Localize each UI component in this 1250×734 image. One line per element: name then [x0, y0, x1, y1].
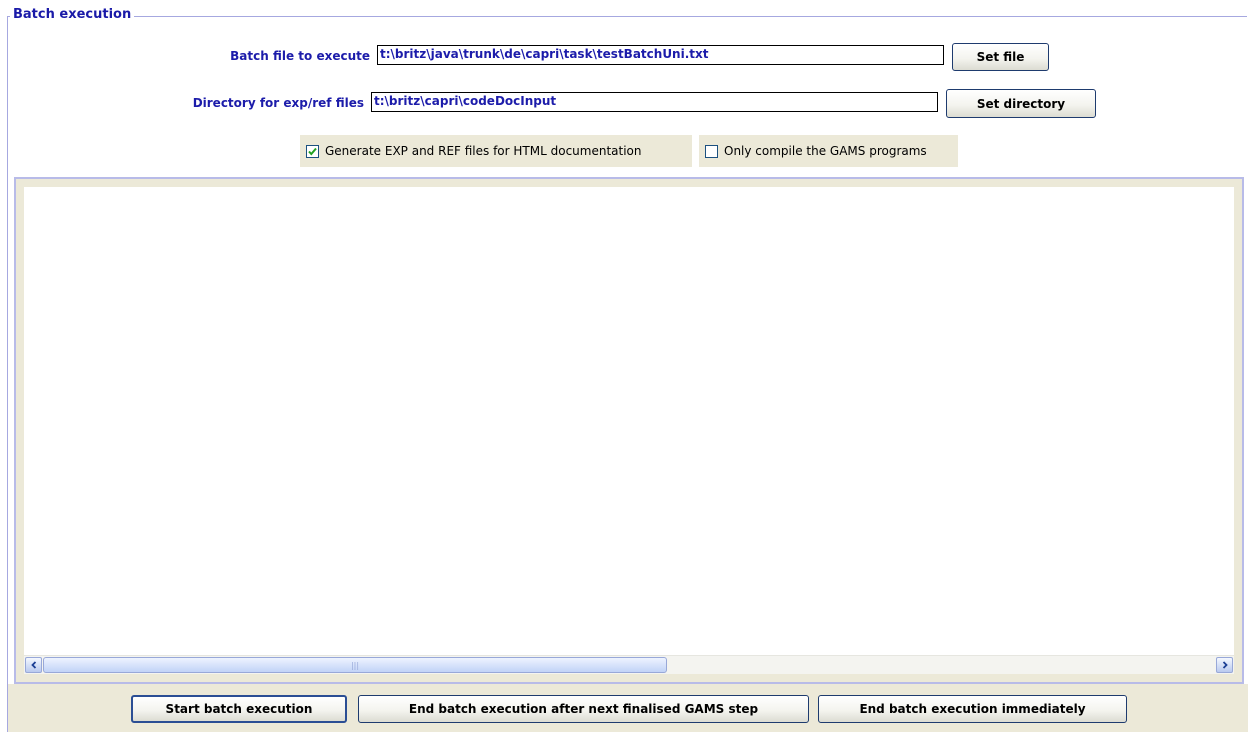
batch-file-input[interactable]: t:\britz\java\trunk\de\capri\task\testBa…	[377, 45, 944, 65]
end-immediately-button[interactable]: End batch execution immediately	[818, 695, 1127, 723]
directory-value: t:\britz\capri\codeDocInput	[374, 94, 557, 108]
only-compile-option[interactable]: Only compile the GAMS programs	[699, 135, 958, 167]
set-directory-button[interactable]: Set directory	[946, 89, 1096, 118]
grip-icon: |||	[350, 660, 360, 670]
scroll-right-button[interactable]	[1216, 657, 1233, 673]
directory-label: Directory for exp/ref files	[192, 96, 364, 110]
panel-title: Batch execution	[10, 7, 135, 22]
scroll-left-button[interactable]	[25, 657, 42, 673]
start-batch-button[interactable]: Start batch execution	[131, 695, 347, 723]
horizontal-scrollbar[interactable]: |||	[24, 655, 1234, 674]
directory-input[interactable]: t:\britz\capri\codeDocInput	[371, 92, 938, 112]
only-compile-label: Only compile the GAMS programs	[724, 144, 927, 158]
generate-exp-ref-label: Generate EXP and REF files for HTML docu…	[325, 144, 642, 158]
set-file-button[interactable]: Set file	[952, 43, 1049, 71]
generate-exp-ref-checkbox[interactable]	[306, 144, 319, 158]
batch-file-value: t:\britz\java\trunk\de\capri\task\testBa…	[380, 47, 709, 61]
output-text-area[interactable]	[24, 187, 1234, 656]
chevron-right-icon	[1222, 661, 1228, 669]
chevron-left-icon	[30, 661, 36, 669]
end-after-step-button[interactable]: End batch execution after next finalised…	[358, 695, 809, 723]
checkmark-icon	[308, 147, 317, 156]
output-area: |||	[14, 177, 1244, 684]
generate-exp-ref-option[interactable]: Generate EXP and REF files for HTML docu…	[300, 135, 692, 167]
only-compile-checkbox[interactable]	[705, 144, 718, 158]
batch-file-label: Batch file to execute	[230, 49, 370, 63]
action-bar: Start batch execution End batch executio…	[8, 684, 1248, 732]
scroll-thumb[interactable]: |||	[43, 657, 667, 673]
